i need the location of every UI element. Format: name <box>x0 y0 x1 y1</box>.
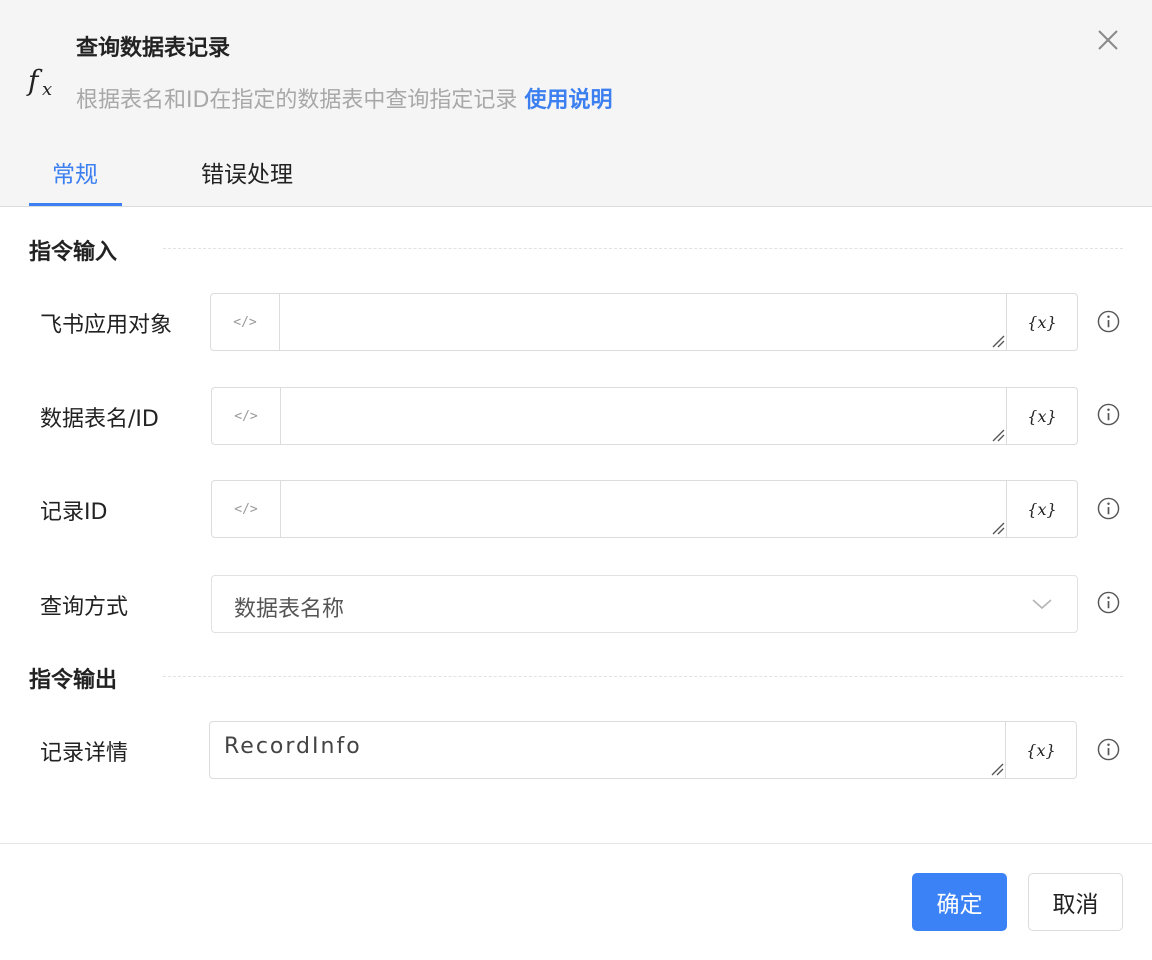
feishu-app-input-group: </> {x} <box>210 293 1078 351</box>
record-detail-output[interactable]: RecordInfo <box>210 722 1005 778</box>
insert-variable-button[interactable]: {x} <box>1006 294 1077 350</box>
record-detail-input-group: RecordInfo {x} <box>209 721 1077 779</box>
info-icon[interactable] <box>1097 310 1120 333</box>
fx-function-icon: f x <box>26 64 52 100</box>
info-icon[interactable] <box>1097 497 1120 520</box>
help-link[interactable]: 使用说明 <box>524 88 612 113</box>
section-divider <box>163 676 1123 677</box>
cancel-button[interactable]: 取消 <box>1028 873 1123 931</box>
tab-error-handling[interactable]: 错误处理 <box>201 155 293 189</box>
section-divider <box>163 248 1123 249</box>
confirm-button[interactable]: 确定 <box>912 873 1007 931</box>
info-icon[interactable] <box>1097 591 1120 614</box>
code-mode-button[interactable]: </> <box>211 294 280 350</box>
info-icon[interactable] <box>1097 738 1120 761</box>
input-section-title: 指令输入 <box>29 240 118 265</box>
query-mode-select[interactable]: 数据表名称 <box>211 575 1078 633</box>
record-id-input[interactable] <box>281 481 1006 537</box>
field-label-record-id: 记录ID <box>40 500 108 525</box>
chevron-down-icon <box>1032 599 1052 610</box>
close-icon[interactable] <box>1094 26 1122 54</box>
record-id-input-group: </> {x} <box>211 480 1078 538</box>
code-mode-button[interactable]: </> <box>212 481 281 537</box>
field-label-query-mode: 查询方式 <box>40 595 129 620</box>
feishu-app-input[interactable] <box>280 294 1006 350</box>
field-label-table-name: 数据表名/ID <box>40 407 159 432</box>
footer-divider <box>0 843 1152 844</box>
resize-handle-icon[interactable] <box>991 521 1005 535</box>
insert-variable-button[interactable]: {x} <box>1006 481 1077 537</box>
insert-variable-button[interactable]: {x} <box>1005 722 1076 778</box>
resize-handle-icon[interactable] <box>991 428 1005 442</box>
table-name-input[interactable] <box>281 388 1006 444</box>
output-section-title: 指令输出 <box>29 668 118 693</box>
dialog: f x 查询数据表记录 根据表名和ID在指定的数据表中查询指定记录 使用说明 常… <box>0 0 1152 960</box>
field-label-record-detail: 记录详情 <box>40 741 129 766</box>
active-tab-indicator <box>29 203 122 206</box>
field-label-feishu-app: 飞书应用对象 <box>40 313 173 338</box>
info-icon[interactable] <box>1097 403 1120 426</box>
table-name-input-group: </> {x} <box>211 387 1078 445</box>
svg-text:f: f <box>26 64 43 97</box>
dialog-subtitle: 根据表名和ID在指定的数据表中查询指定记录 使用说明 <box>76 82 612 114</box>
resize-handle-icon[interactable] <box>990 762 1004 776</box>
svg-text:x: x <box>42 79 52 100</box>
dialog-title: 查询数据表记录 <box>76 36 231 61</box>
code-mode-button[interactable]: </> <box>212 388 281 444</box>
dialog-description: 根据表名和ID在指定的数据表中查询指定记录 <box>76 88 518 113</box>
insert-variable-button[interactable]: {x} <box>1006 388 1077 444</box>
query-mode-selected-value: 数据表名称 <box>234 597 345 622</box>
tab-general[interactable]: 常规 <box>52 155 98 189</box>
resize-handle-icon[interactable] <box>991 334 1005 348</box>
dialog-header: f x 查询数据表记录 根据表名和ID在指定的数据表中查询指定记录 使用说明 常… <box>0 0 1152 207</box>
